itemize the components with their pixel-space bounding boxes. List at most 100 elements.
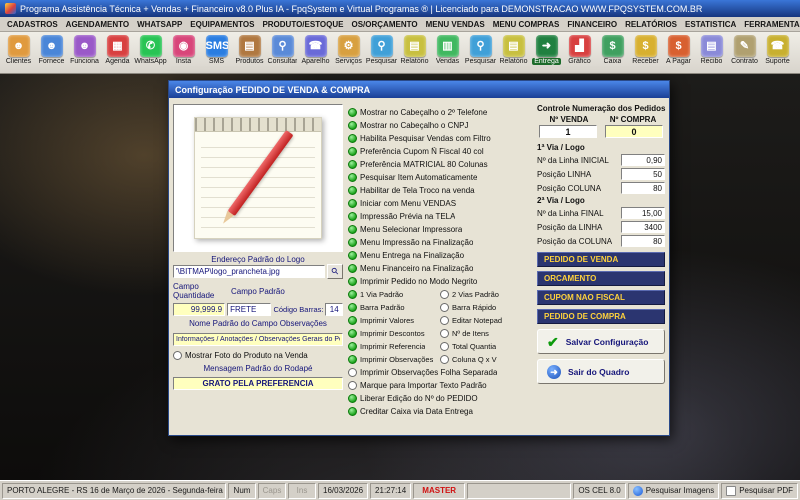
doc-button[interactable]: ORCAMENTO (537, 271, 665, 286)
menu-item[interactable]: CADASTROS (3, 19, 62, 30)
footer-input[interactable] (173, 377, 343, 390)
logo-path-label: Endereço Padrão do Logo (173, 255, 343, 264)
toolbar-button[interactable]: SMS SMS (200, 33, 233, 72)
option-row[interactable]: Preferência Cupom Ñ Fiscal 40 col (348, 145, 532, 158)
doc-button[interactable]: CUPOM NAO FISCAL (537, 290, 665, 305)
option-row[interactable]: Imprimir Valores (348, 314, 440, 327)
field-input[interactable]: 80 (621, 182, 665, 194)
field-label: Posição da COLUNA (537, 237, 612, 246)
option-row[interactable]: Barra Padrão (348, 301, 440, 314)
toolbar-button[interactable]: ➜ Entrega (530, 33, 563, 72)
field-input[interactable]: 50 (621, 168, 665, 180)
menu-item[interactable]: EQUIPAMENTOS (186, 19, 258, 30)
menu-item[interactable]: RELATÓRIOS (621, 19, 681, 30)
toolbar-button[interactable]: $ Caixa (596, 33, 629, 72)
option-row[interactable]: Menu Selecionar Impressora (348, 223, 532, 236)
toolbar-button[interactable]: ◉ Insta (167, 33, 200, 72)
compra-value-input[interactable]: 0 (605, 125, 663, 138)
option-row[interactable]: Mostrar no Cabeçalho o CNPJ (348, 119, 532, 132)
option-row[interactable]: Imprimir Pedido no Modo Negrito (348, 275, 532, 288)
qty-input[interactable] (173, 303, 225, 316)
menu-item[interactable]: MENU VENDAS (422, 19, 489, 30)
toolbar-button[interactable]: ☻ Funciona (68, 33, 101, 72)
toolbar-button[interactable]: ⚲ Consultar (266, 33, 299, 72)
toolbar-button[interactable]: ⚲ Pesquisar (464, 33, 497, 72)
menu-item[interactable]: AGENDAMENTO (62, 19, 133, 30)
option-row[interactable]: Liberar Edição do Nº do PEDIDO (348, 392, 532, 405)
toolbar-button[interactable]: ▤ Relatório (497, 33, 530, 72)
toolbar-button[interactable]: ▤ Relatório (398, 33, 431, 72)
option-row[interactable]: Menu Financeiro na Finalização (348, 262, 532, 275)
toolbar-button[interactable]: ☻ Clientes (2, 33, 35, 72)
toolbar-button[interactable]: $ A Pagar (662, 33, 695, 72)
search-pdf-panel[interactable]: Pesquisar PDF (721, 483, 798, 499)
option-row[interactable]: Menu Entrega na Finalização (348, 249, 532, 262)
option-row[interactable]: Mostrar no Cabeçalho o 2º Telefone (348, 106, 532, 119)
logo-path-input[interactable] (173, 265, 325, 278)
exit-button[interactable]: ➜ Sair do Quadro (537, 359, 665, 384)
menu-item[interactable]: MENU COMPRAS (489, 19, 564, 30)
toolbar-button[interactable]: ▤ Recibo (695, 33, 728, 72)
doc-button[interactable]: PEDIDO DE COMPRA (537, 309, 665, 324)
option-row[interactable]: Imprimir Observações Folha Separada (348, 366, 532, 379)
toolbar-button[interactable]: ⚙ Serviços (332, 33, 365, 72)
option-row[interactable]: 1 Via Padrão (348, 288, 440, 301)
barcode-input[interactable] (325, 303, 343, 316)
option-row[interactable]: Editar Notepad (440, 314, 532, 327)
toolbar-button[interactable]: ☎ Suporte (761, 33, 794, 72)
option-row[interactable]: Total Quantia (440, 340, 532, 353)
field-row: Posição da LINHA 3400 (537, 221, 665, 233)
toolbar-button[interactable]: ☎ Aparelho (299, 33, 332, 72)
option-row[interactable]: Habilitar de Tela Troco na venda (348, 184, 532, 197)
option-row[interactable]: Habilita Pesquisar Vendas com Filtro (348, 132, 532, 145)
toolbar-button[interactable]: ✆ WhatsApp (134, 33, 167, 72)
toolbar-button[interactable]: ▤ Produtos (233, 33, 266, 72)
menu-item[interactable]: FINANCEIRO (563, 19, 621, 30)
obs-input[interactable] (173, 333, 343, 346)
field-input[interactable]: 15,00 (621, 207, 665, 219)
option-row[interactable]: Preferência MATRICIAL 80 Colunas (348, 158, 532, 171)
option-row[interactable]: Barra Rápido (440, 301, 532, 314)
toolbar-button[interactable]: ▟ Gráfico (563, 33, 596, 72)
browse-logo-button[interactable]: ⚲ (327, 264, 343, 279)
option-row[interactable]: Imprimir Descontos (348, 327, 440, 340)
field-input[interactable]: 0,90 (621, 154, 665, 166)
toolbar-button[interactable]: $ Receber (629, 33, 662, 72)
doc-button[interactable]: PEDIDO DE VENDA (537, 252, 665, 267)
show-photo-option[interactable]: Mostrar Foto do Produto na Venda (173, 349, 343, 362)
radio-icon (173, 351, 182, 360)
option-row[interactable]: Creditar Caixa via Data Entrega (348, 405, 532, 418)
toolbar-button[interactable]: ☻ Fornece (35, 33, 68, 72)
toolbar-button[interactable]: ▦ Agenda (101, 33, 134, 72)
toolbar-button[interactable]: ✎ Contrato (728, 33, 761, 72)
option-row[interactable]: Imprimir Observações (348, 353, 440, 366)
menu-item[interactable]: WHATSAPP (133, 19, 186, 30)
toolbar-button[interactable]: ▥ Vendas (431, 33, 464, 72)
toolbar-button[interactable]: ⚲ Pesquisar (365, 33, 398, 72)
option-row[interactable]: Marque para Importar Texto Padrão (348, 379, 532, 392)
option-row[interactable]: Pesquisar Item Automaticamente (348, 171, 532, 184)
menu-item[interactable]: FERRAMENTAS (740, 19, 800, 30)
footer-label: Mensagem Padrão do Rodapé (173, 364, 343, 373)
option-row[interactable]: Impressão Prévia na TELA (348, 210, 532, 223)
search-images-panel[interactable]: Pesquisar Imagens (628, 483, 719, 499)
venda-value-input[interactable]: 1 (539, 125, 597, 138)
pad-input[interactable] (227, 303, 271, 316)
status-user: MASTER (413, 483, 465, 499)
save-label: Salvar Configuração (566, 337, 649, 347)
menu-item[interactable]: OS/ORÇAMENTO (348, 19, 422, 30)
window-titlebar[interactable]: Programa Assistência Técnica + Vendas + … (0, 0, 800, 17)
toolbar-label: Agenda (105, 58, 129, 65)
menu-item[interactable]: ESTATISTICA (681, 19, 740, 30)
option-row[interactable]: 2 Vias Padrão (440, 288, 532, 301)
option-row[interactable]: Menu Impressão na Finalização (348, 236, 532, 249)
save-button[interactable]: ✔ Salvar Configuração (537, 329, 665, 354)
option-row[interactable]: Imprimir Referencia (348, 340, 440, 353)
option-row[interactable]: Coluna Q x V (440, 353, 532, 366)
menu-item[interactable]: PRODUTO/ESTOQUE (258, 19, 347, 30)
option-row[interactable]: Iniciar com Menu VENDAS (348, 197, 532, 210)
option-row[interactable]: Nº de Itens (440, 327, 532, 340)
field-input[interactable]: 3400 (621, 221, 665, 233)
field-input[interactable]: 80 (621, 235, 665, 247)
dialog-titlebar[interactable]: Configuração PEDIDO DE VENDA & COMPRA (169, 81, 669, 98)
